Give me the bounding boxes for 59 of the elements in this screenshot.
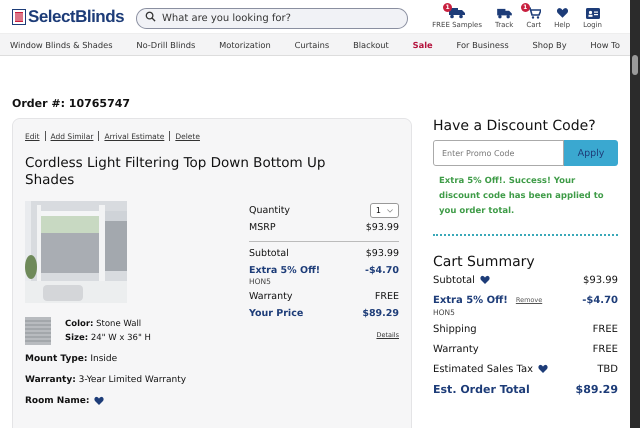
summary-value: -$4.70 — [582, 294, 618, 306]
logo-text[interactable]: SelectBlinds — [28, 6, 124, 26]
summary-value: FREE — [592, 344, 618, 354]
summary-value: TBD — [597, 364, 618, 374]
chevron-icon — [387, 208, 393, 212]
price-value: $89.29 — [362, 308, 399, 319]
nav-link[interactable]: Shop By — [528, 40, 571, 50]
price-value: FREE — [374, 291, 399, 302]
summary-label: Est. Order Total — [433, 382, 530, 396]
price-value: $93.99 — [366, 248, 399, 259]
quantity-label: Quantity — [249, 205, 290, 216]
nav-link[interactable]: Window Blinds & Shades — [6, 40, 117, 50]
nav-link[interactable]: No-Drill Blinds — [132, 40, 200, 50]
cart-summary-heading: Cart Summary — [433, 254, 536, 270]
scrollbar-thumb[interactable] — [632, 55, 638, 75]
summary-value: $93.99 — [583, 274, 618, 286]
summary-label: Subtotal — [433, 274, 475, 286]
nav-link[interactable]: For Business — [452, 40, 513, 50]
price-value: $93.99 — [366, 222, 399, 233]
truck-icon — [449, 7, 466, 19]
promo-code-field[interactable]: Enter Promo Code — [433, 140, 564, 166]
cart-icon — [526, 7, 541, 19]
spec-text: Size: 24" W x 36" H — [65, 332, 151, 345]
summary-label: Shipping — [433, 324, 477, 334]
spec-text: Mount Type: Inside — [25, 353, 118, 366]
price-label: Subtotal — [249, 248, 289, 259]
spec-text: Warranty: 3-Year Limited Warranty — [25, 374, 186, 387]
heart-icon[interactable] — [538, 364, 548, 374]
heart-icon[interactable] — [480, 275, 490, 285]
summary-label: Extra 5% Off! — [433, 294, 508, 306]
heart-icon — [556, 7, 569, 19]
quantity-select[interactable]: 1 — [370, 203, 399, 218]
summary-value: FREE — [592, 324, 618, 334]
price-label: Your Price — [249, 308, 304, 319]
nav-link[interactable]: Sale — [408, 40, 437, 50]
heart-icon[interactable] — [94, 396, 104, 406]
discount-heading: Have a Discount Code? — [433, 118, 597, 134]
nav-link[interactable]: Blackout — [349, 40, 393, 50]
product-title: Cordless Light Filtering Top Down Bottom Up Shades — [25, 155, 326, 189]
spec-text: Color: Stone Wall — [65, 318, 142, 331]
id-card-icon — [586, 8, 600, 18]
price-label: Extra 5% Off! — [249, 265, 320, 276]
fabric-swatch-icon — [25, 317, 51, 345]
search-field[interactable]: What are you looking for? — [136, 8, 408, 29]
price-label: Warranty — [249, 291, 292, 302]
order-number: Order #: 10765747 — [12, 97, 132, 111]
price-label: MSRP — [249, 222, 276, 233]
logo-icon — [12, 8, 26, 24]
success-message: Extra 5% Off!. Success! Your discount code has been applied to you order total. — [439, 175, 605, 218]
spec-text: Room Name: — [25, 395, 90, 408]
nav-link[interactable]: Motorization — [215, 40, 275, 50]
nav-link[interactable]: Curtains — [290, 40, 334, 50]
apply-button[interactable]: Apply — [564, 140, 618, 166]
summary-value: $89.29 — [576, 382, 618, 396]
price-value: -$4.70 — [365, 265, 399, 276]
summary-label: Warranty — [433, 344, 479, 354]
summary-label: Estimated Sales Tax — [433, 364, 533, 374]
nav-link[interactable]: How To — [586, 40, 624, 50]
truck-icon — [496, 8, 512, 18]
